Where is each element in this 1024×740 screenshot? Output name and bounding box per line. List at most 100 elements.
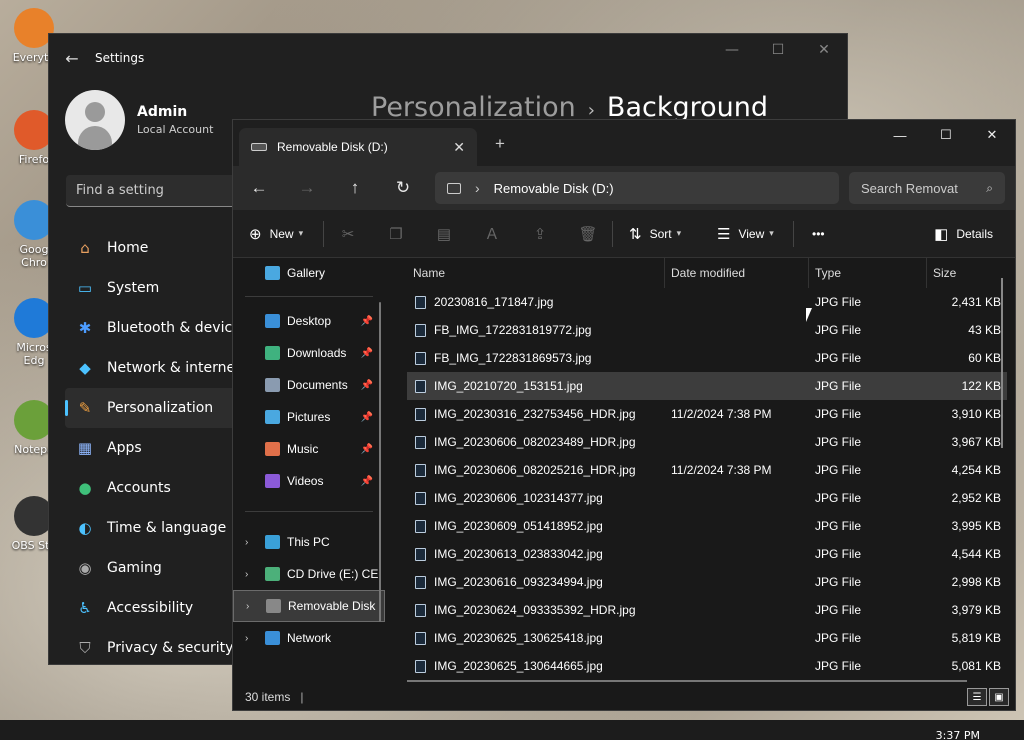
delete-icon[interactable]: 🗑	[564, 225, 612, 243]
sort-button[interactable]: ⇅ Sort ▾	[629, 225, 705, 243]
file-row[interactable]: IMG_20230625_130644665.jpg JPG File 5,081 …	[407, 652, 1007, 680]
file-size: 4,254 KB	[951, 463, 1001, 477]
sidebar-item-desktop[interactable]: Desktop 📌	[233, 305, 385, 337]
tiles-view-icon[interactable]: ▣	[989, 688, 1009, 706]
column-date-modified[interactable]: Date modified	[665, 258, 809, 288]
sidebar-item-music[interactable]: Music 📌	[233, 433, 385, 465]
column-type[interactable]: Type	[809, 258, 927, 288]
file-row[interactable]: FB_IMG_1722831819772.jpg JPG File 43 KB	[407, 316, 1007, 344]
file-name: IMG_20230316_232753456_HDR.jpg	[434, 407, 636, 421]
new-button[interactable]: ⊕ New ▾	[249, 225, 311, 243]
file-name: IMG_20230609_051418952.jpg	[434, 519, 603, 533]
column-size[interactable]: Size	[927, 258, 1001, 288]
vertical-scrollbar[interactable]	[1001, 278, 1003, 448]
file-row[interactable]: IMG_20230609_051418952.jpg JPG File 3,995 …	[407, 512, 1007, 540]
refresh-icon[interactable]: ↻	[379, 178, 427, 198]
sidebar-item-downloads[interactable]: Downloads 📌	[233, 337, 385, 369]
new-label: New	[269, 226, 294, 241]
file-row[interactable]: IMG_20210720_153151.jpg JPG File 122 KB	[407, 372, 1007, 400]
sidebar-item-label: Documents	[287, 378, 348, 392]
image-file-icon	[415, 351, 426, 365]
close-button[interactable]: ✕	[969, 120, 1015, 150]
file-size: 3,979 KB	[951, 603, 1001, 617]
sidebar-item-pictures[interactable]: Pictures 📌	[233, 401, 385, 433]
file-date	[671, 288, 811, 316]
sidebar-item-removable-disk[interactable]: › Removable Disk	[233, 590, 385, 622]
folder-icon	[265, 266, 280, 280]
chevron-right-icon[interactable]: ›	[245, 569, 248, 580]
user-profile[interactable]: Admin Local Account	[65, 90, 213, 150]
details-label: Details	[956, 226, 993, 241]
sidebar-item-network[interactable]: › Network	[233, 622, 385, 654]
file-row[interactable]: IMG_20230625_130625418.jpg JPG File 5,819 …	[407, 624, 1007, 652]
horizontal-scrollbar[interactable]	[407, 680, 967, 682]
file-row[interactable]: FB_IMG_1722831869573.jpg JPG File 60 KB	[407, 344, 1007, 372]
file-size: 3,910 KB	[951, 407, 1001, 421]
sidebar-item-label: Gallery	[287, 266, 326, 280]
explorer-tab[interactable]: Removable Disk (D:) ✕	[239, 128, 477, 166]
folder-icon	[265, 314, 280, 328]
details-view-icon[interactable]: ☰	[967, 688, 987, 706]
maximize-button[interactable]: ☐	[923, 120, 969, 150]
cut-icon[interactable]: ✂	[324, 225, 372, 243]
search-input[interactable]: Search Removat ⌕	[849, 172, 1005, 204]
back-arrow-icon[interactable]: ←	[49, 49, 95, 68]
view-button[interactable]: ☰ View ▾	[717, 225, 793, 243]
paste-icon[interactable]: ▤	[420, 225, 468, 243]
item-count: 30 items	[245, 690, 291, 704]
sidebar-item-label: Network	[287, 631, 332, 645]
sidebar-divider	[245, 296, 373, 297]
close-button[interactable]: ✕	[801, 34, 847, 66]
navigation-pane: Gallery Desktop 📌 Downloads 📌 Documents 📌 Pictu…	[233, 258, 385, 686]
file-name: FB_IMG_1722831819772.jpg	[434, 323, 592, 337]
address-bar[interactable]: › Removable Disk (D:)	[435, 172, 839, 204]
chevron-right-icon[interactable]: ›	[246, 601, 249, 612]
maximize-button[interactable]: ☐	[755, 34, 801, 66]
file-row[interactable]: IMG_20230624_093335392_HDR.jpg JPG File 3,…	[407, 596, 1007, 624]
minimize-button[interactable]: —	[877, 120, 923, 150]
file-row[interactable]: 20230816_171847.jpg JPG File 2,431 KB	[407, 288, 1007, 316]
file-row[interactable]: IMG_20230606_102314377.jpg JPG File 2,952 …	[407, 484, 1007, 512]
file-row[interactable]: IMG_20230616_093234994.jpg JPG File 2,998 …	[407, 568, 1007, 596]
chevron-right-icon: ›	[587, 100, 595, 121]
up-arrow-icon[interactable]: ↑	[331, 178, 379, 198]
command-bar: ⊕ New ▾ ✂ ❐ ▤ Ａ ⇪ 🗑 ⇅ Sort ▾ ☰ View ▾ ••…	[233, 210, 1015, 258]
sidebar-item-this-pc[interactable]: › This PC	[233, 526, 385, 558]
file-row[interactable]: IMG_20230613_023833042.jpg JPG File 4,544 …	[407, 540, 1007, 568]
folder-icon	[265, 631, 280, 645]
more-options-button[interactable]: •••	[812, 227, 825, 241]
close-tab-icon[interactable]: ✕	[453, 139, 465, 156]
column-name[interactable]: Name	[407, 258, 665, 288]
file-type: JPG File	[815, 491, 862, 505]
chevron-right-icon[interactable]: ›	[475, 180, 480, 196]
sidebar-item-gallery[interactable]: Gallery	[233, 258, 385, 288]
file-date	[671, 652, 811, 680]
sidebar-scrollbar[interactable]	[379, 302, 381, 622]
file-row[interactable]: IMG_20230606_082025216_HDR.jpg 11/2/2024 …	[407, 456, 1007, 484]
rename-icon[interactable]: Ａ	[468, 223, 516, 244]
shield-icon: ⛉	[79, 639, 91, 657]
image-file-icon	[415, 379, 426, 393]
sort-icon: ⇅	[629, 225, 642, 243]
sidebar-item-documents[interactable]: Documents 📌	[233, 369, 385, 401]
new-tab-button[interactable]: +	[495, 134, 505, 154]
sidebar-item-label: Pictures	[287, 410, 331, 424]
file-size: 2,952 KB	[951, 491, 1001, 505]
sidebar-item-videos[interactable]: Videos 📌	[233, 465, 385, 497]
file-row[interactable]: IMG_20230606_082023489_HDR.jpg JPG File 3,…	[407, 428, 1007, 456]
chevron-right-icon[interactable]: ›	[245, 537, 248, 548]
forward-arrow-icon[interactable]: →	[283, 178, 331, 198]
sidebar-item-cd-drive-e-ce[interactable]: › CD Drive (E:) CE	[233, 558, 385, 590]
address-bar-row: ← → ↑ ↻ › Removable Disk (D:) Search Rem…	[233, 166, 1015, 210]
taskbar-clock[interactable]: 3:37 PM	[936, 729, 980, 740]
file-date	[671, 372, 811, 400]
share-icon[interactable]: ⇪	[516, 225, 564, 243]
chevron-right-icon[interactable]: ›	[245, 633, 248, 644]
file-name: IMG_20230625_130625418.jpg	[434, 631, 603, 645]
copy-icon[interactable]: ❐	[372, 225, 420, 243]
file-row[interactable]: IMG_20230316_232753456_HDR.jpg 11/2/2024 …	[407, 400, 1007, 428]
minimize-button[interactable]: —	[709, 34, 755, 66]
back-arrow-icon[interactable]: ←	[235, 178, 283, 198]
details-button[interactable]: ◧ Details	[934, 225, 993, 243]
tab-title: Removable Disk (D:)	[277, 140, 388, 154]
